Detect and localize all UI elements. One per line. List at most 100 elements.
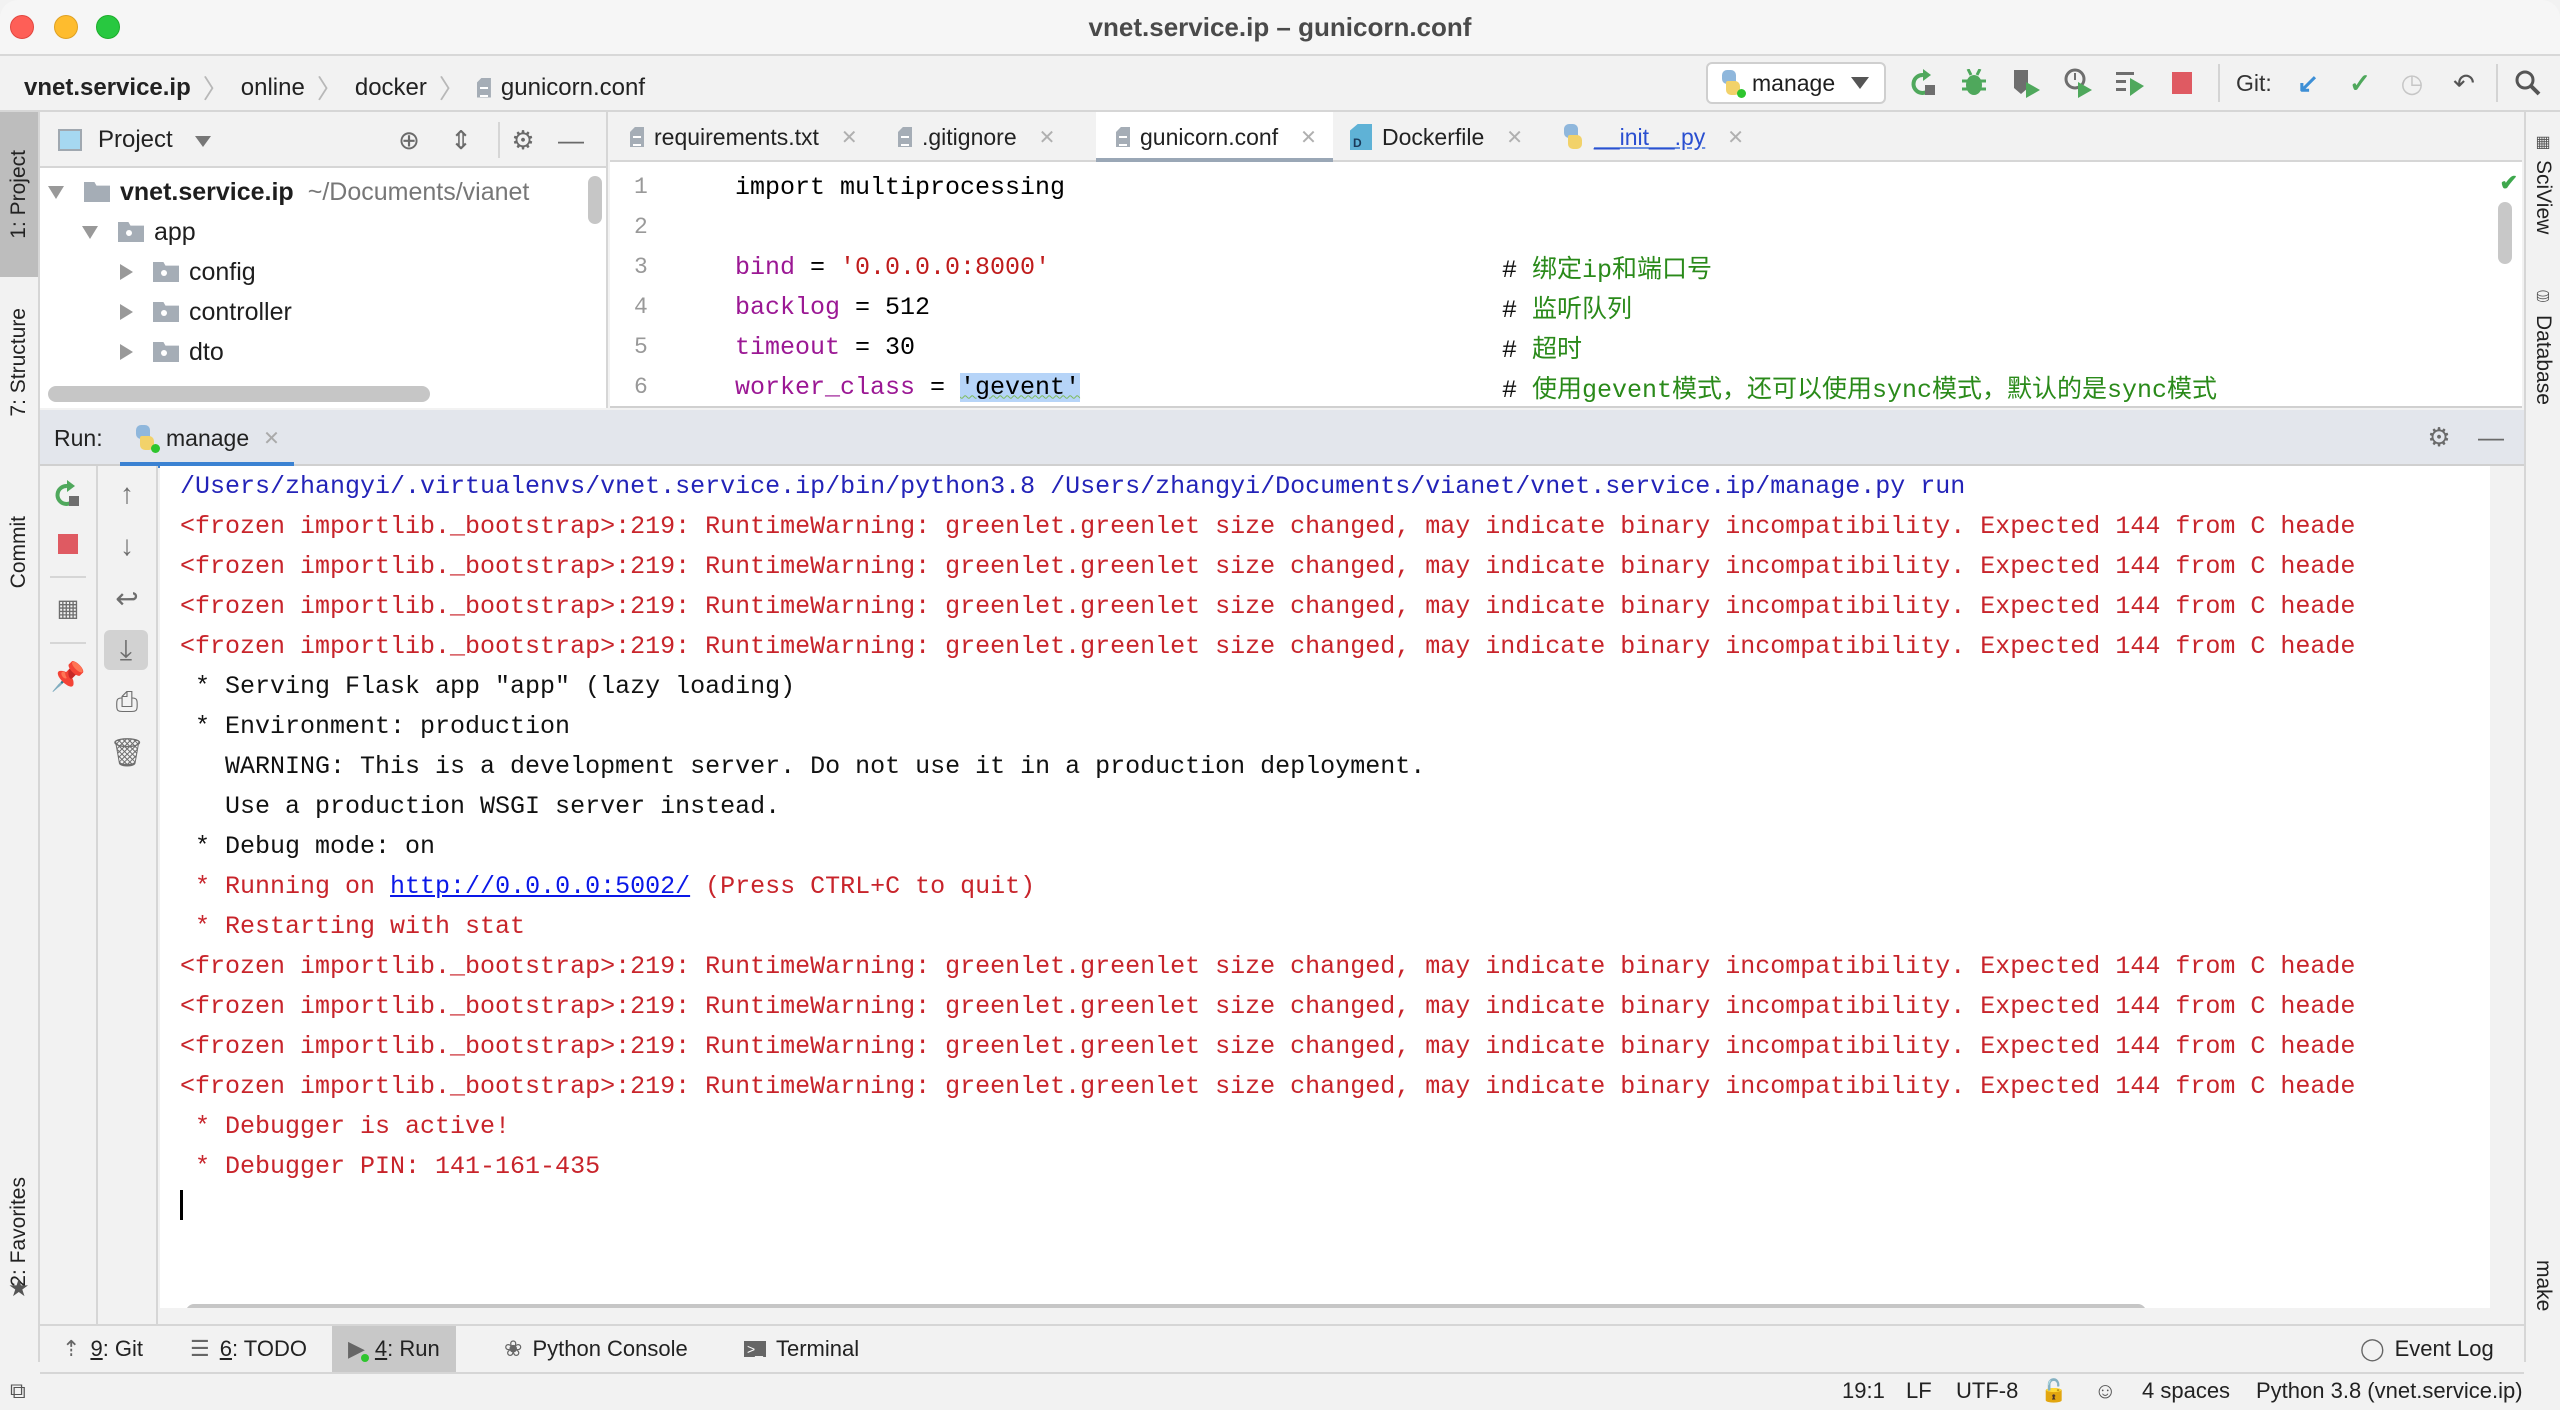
rerun-button[interactable] <box>1908 66 1940 100</box>
close-tab-icon[interactable]: ✕ <box>1300 125 1317 150</box>
stop-button[interactable] <box>2166 66 2198 100</box>
indent-setting[interactable]: 4 spaces <box>2142 1378 2230 1404</box>
debug-button[interactable] <box>1958 66 1990 100</box>
code-line: 6 worker_class = 'gevent' # 使用gevent模式，还… <box>634 372 2218 405</box>
editor-tab-requirements[interactable]: requirements.txt ✕ <box>610 112 874 162</box>
tree-horizontal-scrollbar[interactable] <box>48 386 430 402</box>
run-console-output[interactable]: /Users/zhangyi/.virtualenvs/vnet.service… <box>160 466 2490 1308</box>
tool-window-python-console[interactable]: ❀ Python Console <box>488 1326 704 1372</box>
python-interpreter[interactable]: Python 3.8 (vnet.service.ip) <box>2256 1378 2523 1404</box>
tree-item-config[interactable]: config <box>120 252 256 292</box>
restore-layout-button[interactable]: ▦ <box>40 588 96 628</box>
close-tab-icon[interactable]: ✕ <box>1039 125 1056 150</box>
server-url-link[interactable]: http://0.0.0.0:5002/ <box>390 872 690 901</box>
caret-position[interactable]: 19:1 <box>1842 1378 1885 1404</box>
code-editor[interactable]: 1 import multiprocessing 2 3 bind = '0.0… <box>610 162 2522 408</box>
inspection-ok-icon[interactable]: ✔ <box>2500 170 2518 196</box>
chevron-down-icon <box>1851 77 1870 89</box>
git-update-button[interactable]: ↙ <box>2292 66 2324 100</box>
gear-icon[interactable]: ⚙ <box>2424 422 2454 452</box>
run-configuration-select[interactable]: manage <box>1706 62 1886 104</box>
tool-window-run[interactable]: ▶ 4: Run <box>332 1326 456 1372</box>
run-tab-manage[interactable]: manage ✕ <box>120 410 294 468</box>
line-separator[interactable]: LF <box>1906 1378 1932 1404</box>
todo-list-icon: ☰ <box>190 1336 210 1361</box>
breadcrumb-file[interactable]: gunicorn.conf <box>501 74 645 102</box>
tool-window-todo[interactable]: ☰ 6: TODO <box>174 1326 323 1372</box>
console-horizontal-scrollbar[interactable] <box>186 1304 2146 1308</box>
search-everywhere-button[interactable] <box>2512 66 2544 100</box>
mnemonic-key: 6 <box>219 1336 232 1361</box>
close-tab-icon[interactable]: ✕ <box>263 426 280 451</box>
soft-wrap-button[interactable]: ↩ <box>98 578 156 618</box>
print-button[interactable]: ⎙ <box>98 682 156 722</box>
console-line: <frozen importlib._bootstrap>:219: Runti… <box>180 1031 2356 1061</box>
tool-window-project[interactable]: 1: Project <box>0 112 38 277</box>
file-encoding[interactable]: UTF-8 <box>1956 1378 2018 1404</box>
concurrency-diagram-button[interactable] <box>2114 66 2146 100</box>
editor-tab-dockerfile[interactable]: Dockerfile ✕ <box>1330 112 1539 162</box>
tool-window-git[interactable]: ⇡ 9: Git <box>46 1326 159 1372</box>
tab-label: Dockerfile <box>1382 123 1485 150</box>
editor-vertical-scrollbar[interactable] <box>2498 202 2512 264</box>
tree-item-controller[interactable]: controller <box>120 292 292 332</box>
tool-window-sciview[interactable]: ▦ SciView <box>2526 132 2560 234</box>
collapse-arrow-icon[interactable] <box>120 304 133 320</box>
editor-tab-gunicorn-conf[interactable]: gunicorn.conf ✕ <box>1096 112 1333 164</box>
git-commit-button[interactable]: ✓ <box>2344 66 2376 100</box>
hide-panel-icon[interactable]: — <box>2476 422 2506 452</box>
previous-occurrence-button[interactable]: ↑ <box>98 474 156 514</box>
run-with-coverage-button[interactable] <box>2010 66 2042 100</box>
tool-window-commit[interactable]: Commit <box>0 487 38 617</box>
expand-arrow-icon[interactable] <box>48 185 64 199</box>
toggle-tool-windows-icon[interactable]: ⧉ <box>10 1378 26 1404</box>
close-tab-icon[interactable]: ✕ <box>1506 125 1523 150</box>
console-line: * Debug mode: on <box>180 831 436 861</box>
run-configuration-label: manage <box>1752 69 1836 96</box>
tree-item-dto[interactable]: dto <box>120 332 224 372</box>
locate-file-icon[interactable]: ⊕ <box>394 125 424 155</box>
breadcrumb-docker[interactable]: docker <box>355 74 427 102</box>
project-view-selector[interactable]: Project <box>98 126 173 154</box>
editor-tab-gitignore[interactable]: .gitignore ✕ <box>878 112 1071 162</box>
scroll-to-end-button[interactable]: ⤓ <box>104 630 148 670</box>
gear-icon[interactable]: ⚙ <box>508 125 538 155</box>
tree-vertical-scrollbar[interactable] <box>588 176 602 224</box>
expand-arrow-icon[interactable] <box>82 225 98 239</box>
star-icon: ★ <box>8 1275 30 1302</box>
pin-tab-button[interactable]: 📌 <box>40 656 96 696</box>
read-only-lock-icon[interactable]: 🔓 <box>2040 1378 2067 1404</box>
collapse-arrow-icon[interactable] <box>120 264 133 280</box>
tool-window-terminal[interactable]: >_ Terminal <box>728 1326 875 1372</box>
rerun-button[interactable] <box>40 474 96 514</box>
next-occurrence-button[interactable]: ↓ <box>98 526 156 566</box>
clear-all-button[interactable]: 🗑 <box>98 732 156 772</box>
tool-window-database[interactable]: ⛁ Database <box>2526 287 2560 405</box>
profile-button[interactable] <box>2062 66 2094 100</box>
arrow-down-icon: ↓ <box>120 530 134 561</box>
breadcrumb-project[interactable]: vnet.service.ip <box>24 74 191 102</box>
stop-button[interactable] <box>40 524 96 564</box>
tab-label: __init__.py <box>1594 123 1706 150</box>
tool-window-structure[interactable]: 7: Structure <box>0 282 38 442</box>
collapse-arrow-icon[interactable] <box>120 344 133 360</box>
breadcrumb-online[interactable]: online <box>241 74 305 102</box>
tool-window-make[interactable]: make <box>2526 1252 2560 1311</box>
code-line: 1 import multiprocessing <box>610 167 2522 207</box>
collapse-all-icon[interactable]: ⇕ <box>446 125 476 155</box>
line-number: 5 <box>634 334 648 360</box>
git-rollback-button[interactable]: ↶ <box>2448 66 2480 100</box>
git-history-button[interactable]: ◷ <box>2396 66 2428 100</box>
editor-tab-init-py[interactable]: __init__.py ✕ <box>1542 112 1760 162</box>
tool-window-event-log[interactable]: ◯ Event Log <box>2344 1326 2510 1372</box>
tree-item-path: ~/Documents/vianet <box>307 177 530 206</box>
code-line: 4 backlog = 512 # 监听队列 <box>634 292 1633 326</box>
code-comment: 使用gevent模式，还可以使用sync模式，默认的是sync模式 <box>1532 376 2218 405</box>
tree-item-root[interactable]: vnet.service.ip ~/Documents/vianet <box>48 172 529 212</box>
tree-item-app[interactable]: app <box>82 212 196 252</box>
chevron-down-icon[interactable] <box>195 136 211 147</box>
code-inspector-icon[interactable]: ☺ <box>2094 1378 2116 1404</box>
hide-panel-icon[interactable]: — <box>556 125 586 155</box>
close-tab-icon[interactable]: ✕ <box>841 125 858 150</box>
close-tab-icon[interactable]: ✕ <box>1727 125 1744 150</box>
